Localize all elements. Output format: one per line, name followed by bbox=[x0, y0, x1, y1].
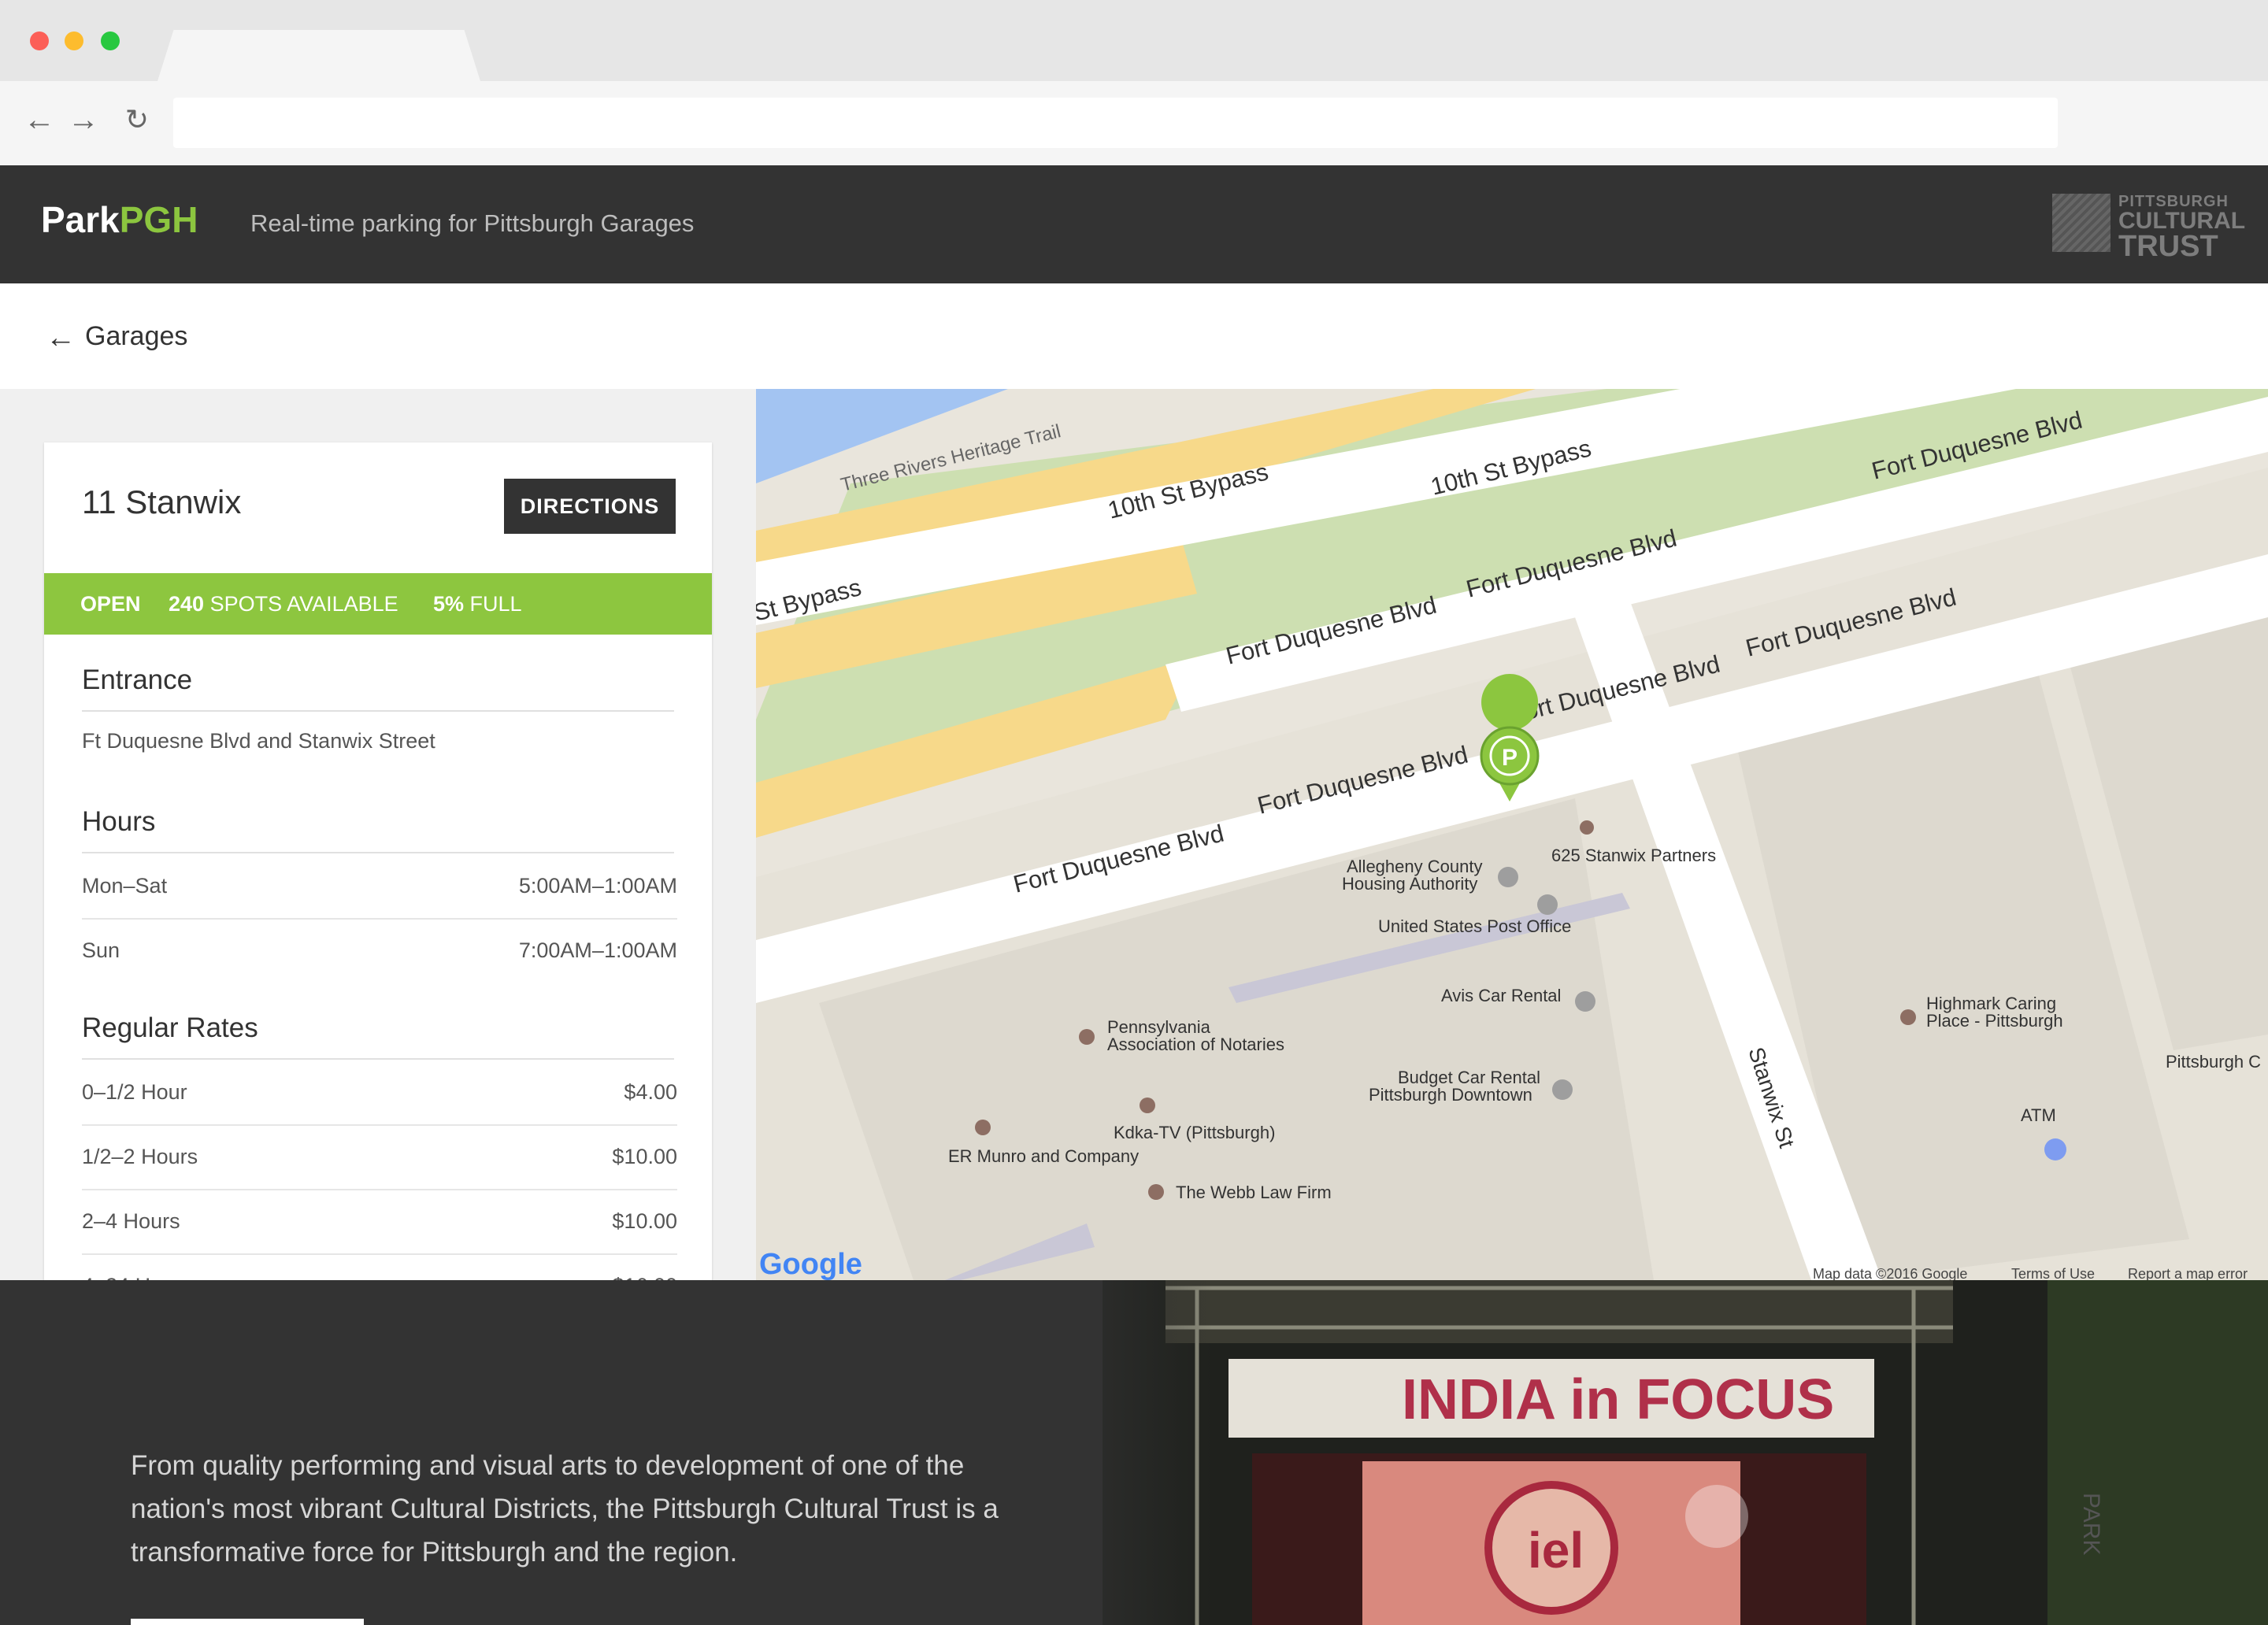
status-spots: 240 SPOTS AVAILABLE bbox=[169, 592, 398, 616]
app-tagline: Real-time parking for Pittsburgh Garages bbox=[250, 209, 695, 237]
photo-fade bbox=[1024, 1280, 1213, 1625]
mail-icon bbox=[1537, 894, 1558, 915]
map-place-label: Association of Notaries bbox=[1107, 1035, 1284, 1054]
map-place-label: Housing Authority bbox=[1342, 874, 1477, 894]
rate-row: 4–24 Hours$16.00 bbox=[82, 1253, 677, 1280]
poi-icon bbox=[1079, 1029, 1095, 1045]
map-place-label: Avis Car Rental bbox=[1441, 986, 1561, 1005]
hours-row: Sun 7:00AM–1:00AM bbox=[82, 938, 677, 962]
stage-illustration: INDIA in FOCUS iel PARK bbox=[1102, 1280, 2268, 1625]
rates-heading: Regular Rates bbox=[82, 1012, 258, 1043]
poi-icon bbox=[1580, 820, 1594, 835]
map-report-link: Report a map error bbox=[2128, 1266, 2248, 1280]
park-sign: PARK bbox=[2078, 1493, 2104, 1555]
map-place-label: ATM bbox=[2021, 1105, 2056, 1125]
map-terms-link: Terms of Use bbox=[2011, 1266, 2095, 1280]
minimize-window-button[interactable] bbox=[65, 31, 83, 50]
back-to-garages-link[interactable]: Garages bbox=[85, 321, 187, 352]
forward-arrow-icon[interactable]: → bbox=[66, 102, 101, 137]
status-bar: OPEN 240 SPOTS AVAILABLE 5% FULL bbox=[44, 573, 712, 635]
map-place-label: ER Munro and Company bbox=[948, 1146, 1139, 1166]
poi-icon bbox=[1140, 1098, 1155, 1113]
poi-icon bbox=[1900, 1009, 1916, 1025]
logo-pgh: PGH bbox=[119, 199, 198, 240]
hours-row: Mon–Sat 5:00AM–1:00AM bbox=[82, 853, 677, 920]
government-icon bbox=[1498, 867, 1518, 887]
map-view[interactable]: Three Rivers Heritage Trail 10th St Bypa… bbox=[756, 389, 2268, 1280]
rate-row: 1/2–2 Hours $10.00 bbox=[82, 1124, 677, 1190]
sponsor-line-3: TRUST bbox=[2118, 230, 2218, 263]
rate-row: 2–4 Hours $10.00 bbox=[82, 1189, 677, 1255]
directions-button[interactable]: DIRECTIONS bbox=[504, 479, 676, 534]
car-rental-icon bbox=[1552, 1079, 1573, 1100]
browser-tab[interactable] bbox=[158, 30, 480, 81]
poi-icon bbox=[975, 1120, 991, 1135]
sponsor-line-1: PITTSBURGH bbox=[2118, 193, 2229, 210]
poi-icon bbox=[1148, 1184, 1164, 1200]
map-place-label: Pittsburgh C bbox=[2166, 1052, 2261, 1072]
map-place-label: United States Post Office bbox=[1378, 916, 1571, 936]
car-rental-icon bbox=[1575, 991, 1595, 1012]
status-open: OPEN bbox=[80, 592, 141, 616]
map-place-label: Place - Pittsburgh bbox=[1926, 1011, 2063, 1031]
footer-blurb: From quality performing and visual arts … bbox=[131, 1450, 999, 1568]
garage-name: 11 Stanwix bbox=[82, 483, 242, 520]
map-canvas: Three Rivers Heritage Trail 10th St Bypa… bbox=[756, 389, 2268, 1280]
back-bar bbox=[0, 283, 2268, 389]
map-place-label: The Webb Law Firm bbox=[1176, 1183, 1332, 1202]
atm-icon bbox=[2044, 1138, 2066, 1160]
stage-photo: INDIA in FOCUS iel PARK bbox=[1102, 1280, 2268, 1625]
map-place-label: Pittsburgh Downtown bbox=[1369, 1085, 1532, 1105]
map-place-label: 625 Stanwix Partners bbox=[1551, 846, 1716, 865]
app-logo[interactable]: ParkPGH bbox=[41, 198, 198, 241]
address-bar[interactable] bbox=[173, 98, 2058, 148]
learn-more-button[interactable] bbox=[131, 1619, 364, 1625]
banner-text: INDIA in FOCUS bbox=[1402, 1368, 1834, 1431]
sponsor-portrait-icon bbox=[2052, 194, 2110, 252]
close-window-button[interactable] bbox=[30, 31, 49, 50]
sponsor-logo[interactable]: PITTSBURGH CULTURAL TRUST bbox=[2052, 192, 2245, 261]
map-attribution-data: Map data ©2016 Google bbox=[1813, 1266, 1967, 1280]
hours-heading: Hours bbox=[82, 806, 156, 837]
entrance-heading: Entrance bbox=[82, 664, 193, 695]
status-full: 5% FULL bbox=[433, 592, 522, 616]
entrance-text: Ft Duquesne Blvd and Stanwix Street bbox=[82, 729, 435, 753]
back-arrow-icon[interactable]: ← bbox=[22, 102, 57, 137]
google-logo: Google bbox=[759, 1248, 862, 1280]
browser-chrome: ← → ↻ bbox=[0, 0, 2268, 166]
garage-card: 11 Stanwix DIRECTIONS OPEN 240 SPOTS AVA… bbox=[44, 442, 712, 1280]
divider bbox=[82, 710, 674, 712]
arrow-left-icon[interactable]: ← bbox=[46, 321, 76, 355]
maximize-window-button[interactable] bbox=[101, 31, 120, 50]
rate-row: 0–1/2 Hour $4.00 bbox=[82, 1060, 677, 1126]
logo-park: Park bbox=[41, 199, 120, 240]
map-place-label: Kdka-TV (Pittsburgh) bbox=[1114, 1123, 1275, 1142]
parking-marker-letter: P bbox=[1502, 745, 1518, 771]
svg-text:iel: iel bbox=[1528, 1522, 1584, 1579]
reload-icon[interactable]: ↻ bbox=[120, 102, 154, 137]
